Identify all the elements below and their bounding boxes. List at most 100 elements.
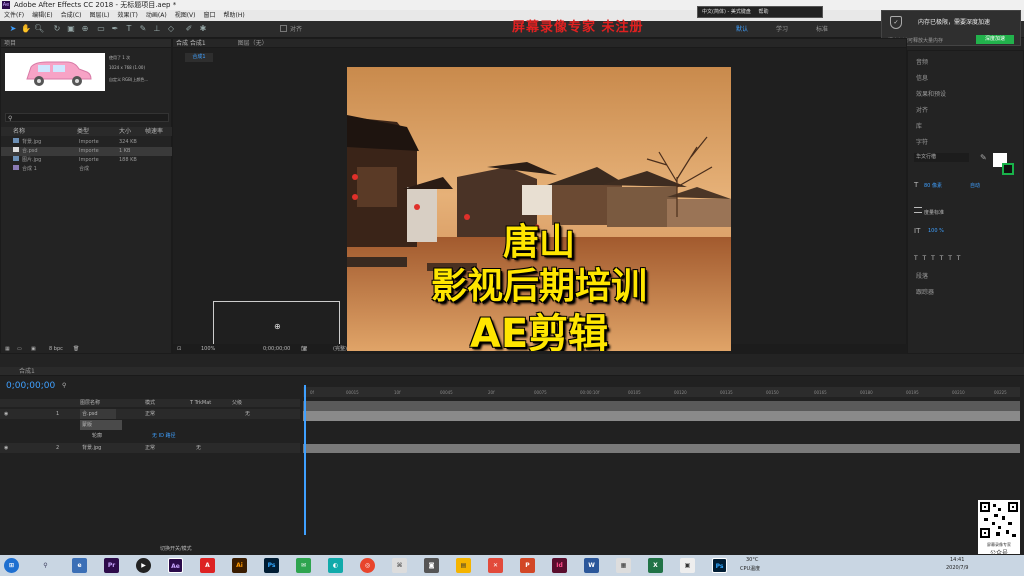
zoom-level[interactable]: 100% [201,344,215,354]
selection-tool-icon[interactable]: ➤ [8,24,18,34]
list-item[interactable]: 图片.jpg Importe 188 KB [1,156,173,165]
rectangle-tool-icon[interactable]: ▭ [96,24,106,34]
menu-window[interactable]: 窗口 [203,12,215,19]
layer-parent[interactable]: 无 [196,443,201,453]
bpc-label[interactable]: 8 bpc [49,345,63,354]
anchor-point-icon[interactable]: ⊕ [274,322,281,331]
list-item[interactable]: 合.psd Importe 1 KB [1,147,173,156]
brush-tool-icon[interactable]: ✎ [138,24,148,34]
panel-align[interactable]: 对齐 [916,105,928,114]
ime-toolbar[interactable]: 中文(简体) - 美式键盘 帮助 [697,6,823,18]
mask-bounding-box[interactable]: ⊕ [213,301,340,349]
tab-composition[interactable]: 合成 合成1 [176,40,206,47]
pan-behind-tool-icon[interactable]: ⊕ [80,24,90,34]
photoshop-active-icon[interactable]: Ps [712,558,727,573]
acrobat-icon[interactable]: A [200,558,215,573]
pen-tool-icon[interactable]: ✒ [110,24,120,34]
layer-parent[interactable]: 无 [245,409,250,419]
puppet-tool-icon[interactable]: ✱ [198,24,208,34]
col-name[interactable]: 名称 [13,127,25,136]
clock-date[interactable]: 2020/7/9 [946,565,968,571]
powerpoint-icon[interactable]: P [520,558,535,573]
media-player-icon[interactable]: ▶ [136,558,151,573]
comp-timecode[interactable]: 0;00;00;00 [263,344,290,354]
menu-file[interactable]: 文件(F) [4,12,24,19]
delete-icon[interactable]: 🗑︎ [73,345,79,354]
list-item[interactable]: 背景.jpg Importe 324 KB [1,138,173,147]
timeline-tab[interactable]: 合成1 [0,367,1024,376]
col-parent[interactable]: 父级 [232,399,242,407]
roto-brush-tool-icon[interactable]: ✐ [184,24,194,34]
premiere-icon[interactable]: Pr [104,558,119,573]
col-rate[interactable]: 帧速率 [145,127,163,136]
hand-tool-icon[interactable]: ✋ [21,24,31,34]
visibility-eye-icon[interactable]: ◉ [4,409,8,419]
wechat-icon[interactable]: ✉ [296,558,311,573]
network-icon[interactable]: ⌘ [392,558,407,573]
menu-view[interactable]: 视图(V) [175,12,196,19]
layer-row[interactable]: 蒙版 [0,420,300,430]
mask-item[interactable]: 蒙版 [80,420,123,430]
zoom-tool-icon[interactable]: 🔍︎ [34,24,44,34]
rotate-tool-icon[interactable]: ↻ [52,24,62,34]
recorder-icon[interactable]: ◙ [424,558,439,573]
snap-checkbox[interactable] [280,25,287,32]
col-type[interactable]: 类型 [77,127,89,136]
clone-stamp-tool-icon[interactable]: ⊥ [152,24,162,34]
menu-help[interactable]: 帮助(H) [224,12,245,19]
eraser-tool-icon[interactable]: ◇ [166,24,176,34]
panel-character[interactable]: 字符 [916,137,928,146]
col-layer-name[interactable]: 图层名称 [80,399,100,407]
word-icon[interactable]: W [584,558,599,573]
timeline-current-time[interactable]: 0;00;00;00 [6,381,55,391]
tab-layer[interactable]: 图层（无） [238,40,268,47]
panel-effects-presets[interactable]: 效果和预设 [916,89,946,98]
layer-2-bar[interactable] [303,444,1020,453]
toggle-modes-label[interactable]: 切换开关/模式 [160,545,192,552]
layer-name[interactable]: 合.psd [80,409,116,419]
composition-viewer-image[interactable]: 唐山 影视后期培训 AE剪辑 [347,67,731,351]
photoshop-icon[interactable]: Ps [264,558,279,573]
new-folder-icon[interactable]: ▭ [17,345,22,354]
menu-composition[interactable]: 合成(C) [61,12,82,19]
menu-effect[interactable]: 效果(T) [118,12,138,19]
eyedropper-icon[interactable]: ✎ [980,153,990,163]
layer-row[interactable]: ◉ 2 背景.jpg 正常 无 [0,443,300,453]
chrome-icon[interactable]: ◎ [360,558,375,573]
panel-audio[interactable]: 音频 [916,57,928,66]
text-style-buttons[interactable]: TTTTTT [914,255,965,262]
magnify-icon[interactable]: ⊡ [177,344,181,354]
ime-help[interactable]: 帮助 [758,9,768,15]
snapshot-icon[interactable]: 📷︎ [301,344,307,354]
col-trkmat[interactable]: T TrkMat [190,399,211,407]
clock-time[interactable]: 14:41 [950,557,964,563]
col-mode[interactable]: 模式 [145,399,155,407]
layer-mode[interactable]: 正常 [145,443,155,453]
workspace-standard[interactable]: 标准 [816,24,828,33]
panel-tracker[interactable]: 跟踪器 [916,287,934,296]
project-panel-header[interactable]: 项目 [1,39,171,48]
leading-value[interactable]: 自动 [970,182,980,189]
project-search-input[interactable]: ⚲ [5,113,169,122]
image-viewer-icon[interactable]: ▣ [680,558,695,573]
menu-animation[interactable]: 动画(A) [146,12,167,19]
camera-tool-icon[interactable]: ▣ [66,24,76,34]
workspace-default[interactable]: 默认 [736,24,748,33]
notepad-icon[interactable]: ▦ [616,558,631,573]
vertical-scale-value[interactable]: 100 % [928,228,944,234]
xmind-icon[interactable]: ✕ [488,558,503,573]
menu-layer[interactable]: 图层(L) [90,12,110,19]
type-tool-icon[interactable]: T [124,24,134,34]
font-family-select[interactable]: 华文行楷 [914,153,969,162]
list-item[interactable]: 合成 1 合成 [1,165,173,174]
contour-extra[interactable]: 无 ID 路径 [152,431,176,441]
search-icon[interactable]: ⚲ [38,558,53,573]
layer-row[interactable]: ◉ 1 合.psd 正常 无 [0,409,300,419]
panel-paragraph[interactable]: 段落 [916,271,928,280]
layer-row[interactable]: 轮廓 无 ID 路径 [0,431,300,441]
menu-edit[interactable]: 编辑(E) [32,12,52,19]
deep-accelerate-button[interactable]: 深度加速 [976,35,1014,44]
illustrator-icon[interactable]: Ai [232,558,247,573]
layer-name[interactable]: 背景.jpg [82,443,101,453]
contour-item[interactable]: 轮廓 [92,431,102,441]
